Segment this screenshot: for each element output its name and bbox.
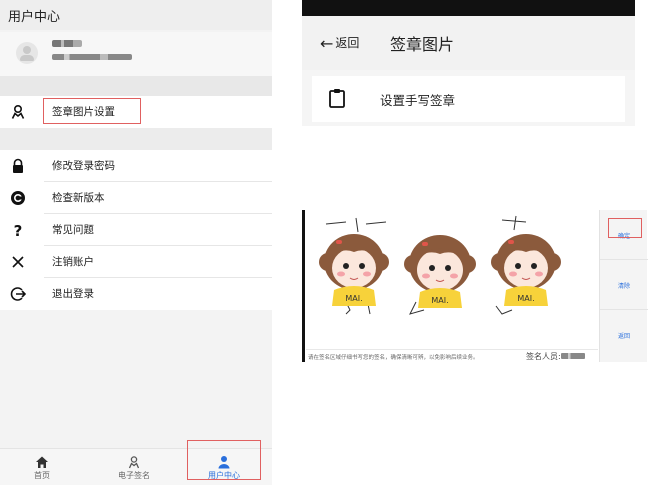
- menu-item-logout[interactable]: 退出登录: [0, 278, 272, 310]
- home-icon: [36, 456, 48, 468]
- menu-item-faq[interactable]: ? 常见问题: [0, 214, 272, 246]
- tab-home[interactable]: 首页: [20, 449, 64, 485]
- update-icon: [11, 191, 25, 205]
- clipboard-icon: [329, 89, 345, 108]
- cartoon-girl-2: MAI.: [404, 235, 476, 308]
- clear-button[interactable]: 清除: [600, 260, 648, 310]
- user-center-screen: 用户中心 签章图片设置 修改登录密码 检查新版本 ? 常见问题 注销账户 退出登…: [0, 0, 272, 485]
- user-phone-blurred: [52, 54, 132, 60]
- logout-icon: [10, 287, 26, 301]
- avatar: [16, 42, 38, 64]
- menu-item-label: 检查新版本: [52, 192, 105, 204]
- signature-pad: MAI. MAI. MAI. 请在签名区域仔细书写您的签名，确保清晰可辨，以免影…: [302, 210, 648, 362]
- menu-item-change-password[interactable]: 修改登录密码: [0, 150, 272, 182]
- signature-canvas[interactable]: MAI. MAI. MAI.: [306, 210, 598, 350]
- page-title: 签章图片: [390, 35, 455, 54]
- nav-bar: ← 返回 签章图片: [302, 16, 635, 70]
- signature-icon: [128, 456, 140, 469]
- close-icon: [12, 256, 24, 268]
- highlight-box: [187, 440, 261, 480]
- signature-image-screen: ← 返回 签章图片 设置手写签章: [302, 0, 635, 126]
- back-button[interactable]: ← 返回: [320, 34, 359, 53]
- arrow-left-icon: ←: [320, 34, 334, 53]
- back-button[interactable]: 返回: [600, 310, 648, 360]
- section-divider: [0, 76, 272, 96]
- signer-label: 签名人员:: [526, 352, 561, 361]
- menu-item-label: 常见问题: [52, 224, 94, 236]
- menu-item-delete-account[interactable]: 注销账户: [0, 246, 272, 278]
- section-divider: [0, 128, 272, 150]
- tab-e-signature[interactable]: 电子签名: [108, 449, 160, 485]
- highlight-box: [43, 98, 141, 124]
- user-name-blurred: [52, 40, 82, 47]
- svg-text:MAI.: MAI.: [345, 294, 362, 303]
- cartoon-girl-3: MAI.: [491, 234, 561, 306]
- svg-text:?: ?: [14, 222, 23, 238]
- menu-item-label: 注销账户: [52, 256, 94, 268]
- highlight-box: [608, 218, 642, 238]
- svg-text:MAI.: MAI.: [431, 296, 448, 305]
- signer-name-blurred: [560, 353, 585, 359]
- tab-label: 电子签名: [118, 471, 150, 480]
- signer-info: 签名人员:: [526, 351, 585, 362]
- back-label: 返回: [335, 36, 360, 50]
- menu-item-check-update[interactable]: 检查新版本: [0, 182, 272, 214]
- question-icon: ?: [14, 222, 23, 238]
- status-bar: [302, 0, 635, 16]
- screenshot-composite: 用户中心 签章图片设置 修改登录密码 检查新版本 ? 常见问题 注销账户 退出登…: [0, 0, 649, 485]
- signature-tip: 请在签名区域仔细书写您的签名，确保清晰可辨，以免影响后续业务。: [308, 355, 479, 361]
- signature-footer: 请在签名区域仔细书写您的签名，确保清晰可辨，以免影响后续业务。 签名人员:: [306, 349, 598, 362]
- person-badge-icon: [11, 104, 25, 119]
- item-label: 设置手写签章: [380, 93, 456, 108]
- tab-label: 首页: [34, 471, 50, 480]
- page-title: 用户中心: [0, 0, 272, 30]
- lock-icon: [13, 158, 23, 173]
- set-handwritten-signature-item[interactable]: 设置手写签章: [312, 76, 625, 122]
- menu-item-label: 修改登录密码: [52, 160, 115, 172]
- user-profile-card[interactable]: [0, 32, 272, 76]
- cartoon-girl-1: MAI.: [319, 234, 389, 306]
- svg-text:MAI.: MAI.: [517, 294, 534, 303]
- menu-item-label: 退出登录: [52, 288, 94, 300]
